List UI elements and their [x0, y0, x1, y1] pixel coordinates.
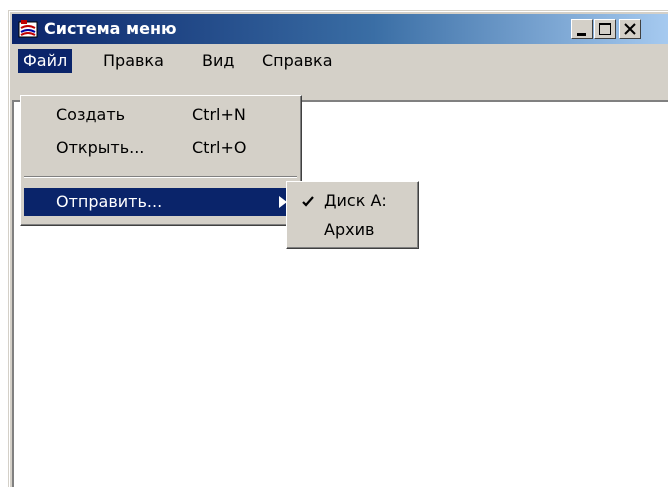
menu-file[interactable]: Файл: [18, 49, 73, 73]
submenu-item-archive[interactable]: Архив: [290, 218, 414, 242]
title-bar[interactable]: Система меню: [12, 14, 668, 44]
menu-view[interactable]: Вид: [197, 49, 239, 73]
submenu-item-label: Архив: [324, 220, 375, 239]
minimize-button[interactable]: [571, 19, 593, 39]
menu-edit[interactable]: Правка: [98, 49, 169, 73]
send-submenu: Диск А: Архив: [286, 181, 419, 249]
app-icon[interactable]: [18, 19, 38, 39]
submenu-item-disk-a[interactable]: Диск А:: [290, 189, 414, 213]
minimize-icon: [577, 33, 586, 36]
close-icon: [624, 23, 636, 35]
menu-item-label: Открыть...: [56, 138, 145, 157]
check-icon: [302, 196, 314, 207]
menu-separator: [24, 176, 297, 178]
menu-item-shortcut: Ctrl+O: [192, 138, 247, 157]
submenu-item-label: Диск А:: [324, 191, 387, 210]
maximize-icon: [599, 23, 611, 35]
menu-item-create[interactable]: Создать Ctrl+N: [24, 101, 297, 129]
menu-item-label: Создать: [56, 105, 126, 124]
maximize-button[interactable]: [594, 19, 616, 39]
menu-item-shortcut: Ctrl+N: [192, 105, 246, 124]
menu-help[interactable]: Справка: [257, 49, 338, 73]
menu-item-label: Отправить...: [56, 192, 163, 211]
menu-item-send[interactable]: Отправить...: [24, 188, 297, 216]
close-button[interactable]: [619, 19, 641, 39]
window-title: Система меню: [44, 19, 177, 38]
file-menu: Создать Ctrl+N Открыть... Ctrl+O Отправи…: [20, 95, 302, 226]
menu-item-open[interactable]: Открыть... Ctrl+O: [24, 134, 297, 162]
menu-bar: Файл Правка Вид Справка: [12, 47, 668, 75]
